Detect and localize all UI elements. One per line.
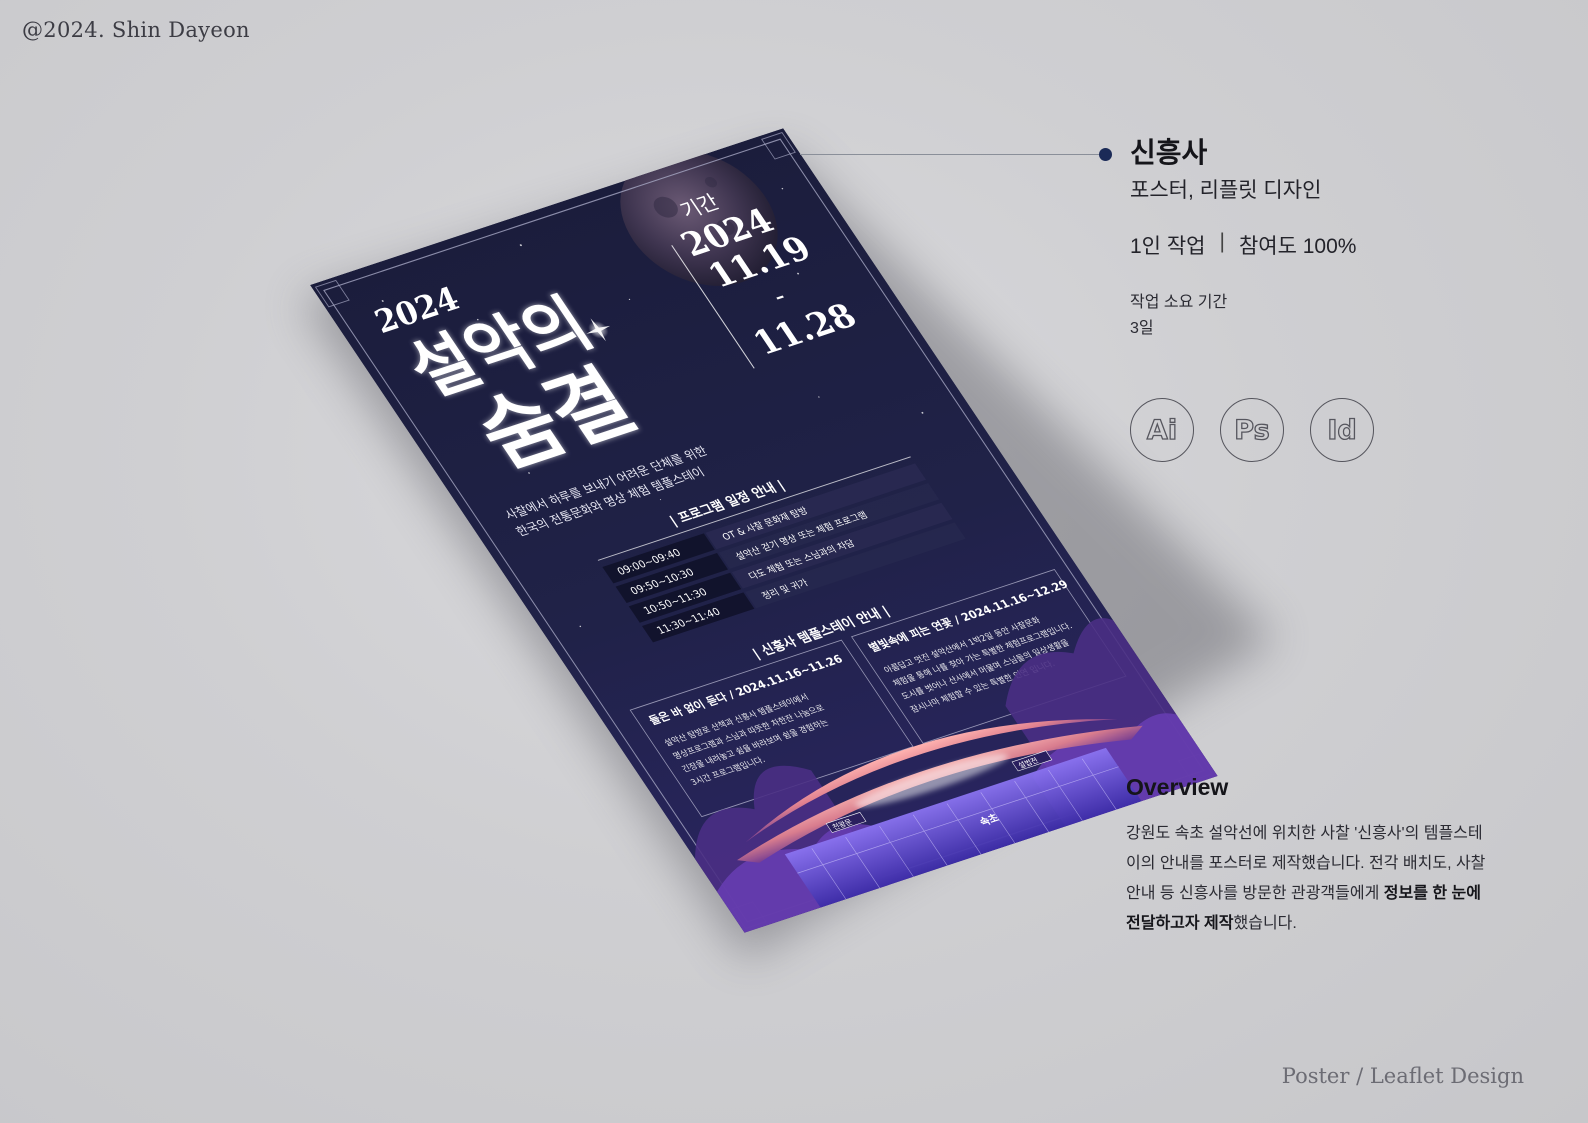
duration-label: 작업 소요 기간: [1130, 294, 1228, 311]
duration-value: 3일: [1130, 320, 1154, 337]
overview-section: Overview 강원도 속초 설악선에 위치한 사찰 '신흥사'의 템플스테이…: [1126, 774, 1486, 939]
illustrator-icon: Ai: [1130, 398, 1194, 462]
role-separator: |: [1219, 230, 1225, 253]
team-size: 1인 작업: [1130, 235, 1206, 258]
bullet-dot: [1099, 148, 1112, 161]
photoshop-icon: Ps: [1220, 398, 1284, 462]
client-name: 신흥사: [1130, 137, 1208, 168]
footer-tag: Poster / Leaflet Design: [1281, 1064, 1524, 1088]
overview-body: 강원도 속초 설악선에 위치한 사찰 '신흥사'의 템플스테이의 안내를 포스터…: [1126, 825, 1486, 932]
project-subtitle: 포스터, 리플릿 디자인: [1130, 179, 1322, 202]
leader-line: [800, 154, 1100, 155]
overview-heading: Overview: [1126, 774, 1229, 800]
project-info: 신흥사 포스터, 리플릿 디자인 1인 작업 | 참여도 100% 작업 소요 …: [1130, 136, 1356, 338]
participation: 참여도 100%: [1238, 235, 1357, 258]
indesign-icon: Id: [1310, 398, 1374, 462]
project-role: 1인 작업 | 참여도 100%: [1130, 230, 1356, 260]
tools-list: Ai Ps Id: [1130, 398, 1374, 462]
